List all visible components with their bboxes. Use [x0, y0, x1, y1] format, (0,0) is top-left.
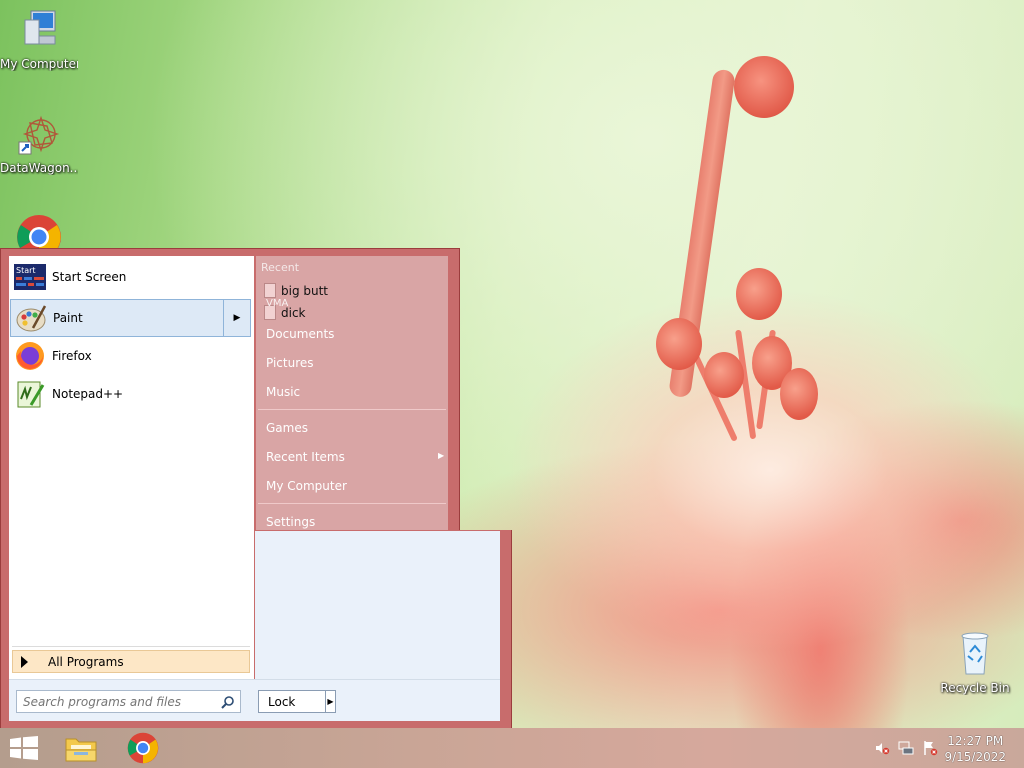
flower-stamen	[736, 268, 782, 320]
overlay-text: VMA	[266, 298, 289, 309]
place-music[interactable]: Music	[266, 385, 300, 399]
search-input[interactable]	[17, 693, 221, 710]
search-icon[interactable]	[221, 695, 235, 709]
chrome-icon	[17, 215, 61, 248]
program-start-screen[interactable]: Start Start Screen	[10, 259, 251, 295]
document-icon	[264, 283, 276, 298]
start-menu-empty-area	[255, 531, 500, 679]
flower-pistil	[734, 56, 794, 118]
file-explorer-icon[interactable]	[57, 728, 105, 768]
clock-date: 9/15/2022	[944, 750, 1006, 764]
firefox-icon	[14, 340, 46, 372]
program-label: Firefox	[52, 349, 92, 363]
clock-time: 12:27 PM	[947, 734, 1004, 748]
desktop-icon-chrome[interactable]	[0, 214, 78, 248]
recent-items-arrow-icon: ▶	[438, 451, 445, 460]
place-recent-items[interactable]: Recent Items	[266, 450, 345, 464]
all-programs-button[interactable]: All Programs	[12, 650, 250, 673]
computer-icon	[24, 10, 56, 45]
search-box[interactable]	[16, 690, 241, 713]
divider	[258, 503, 446, 504]
program-label: Start Screen	[52, 270, 127, 284]
place-documents[interactable]: Documents	[266, 327, 334, 341]
desktop-icon-recycle-bin[interactable]: Recycle Bin	[936, 630, 1014, 695]
lock-label: Lock	[268, 694, 296, 709]
datawagon-icon	[18, 115, 60, 155]
flower-stamen	[656, 318, 702, 370]
lock-button[interactable]: Lock ▶	[258, 690, 336, 713]
place-pictures[interactable]: Pictures	[266, 356, 314, 370]
lock-options-arrow-icon[interactable]: ▶	[325, 691, 335, 712]
volume-muted-icon[interactable]	[874, 740, 890, 756]
chrome-icon[interactable]	[119, 728, 167, 768]
recycle-bin-icon	[961, 632, 989, 675]
divider	[258, 409, 446, 410]
place-my-computer[interactable]: My Computer	[266, 479, 347, 493]
svg-text:Start: Start	[16, 266, 36, 275]
paint-submenu-arrow[interactable]: ▶	[223, 300, 250, 336]
taskbar-clock[interactable]: 12:27 PM 9/15/2022	[944, 733, 1006, 765]
program-label: Paint	[53, 311, 83, 325]
network-icon[interactable]	[898, 740, 914, 756]
paint-icon	[15, 302, 47, 334]
flower-stamen	[704, 352, 744, 398]
program-label: Notepad++	[52, 387, 124, 401]
desktop-icon-my-computer[interactable]: My Computer	[0, 8, 78, 71]
windows-logo-icon	[10, 736, 38, 760]
start-button[interactable]	[0, 728, 48, 768]
flower-stamen	[780, 368, 818, 420]
desktop-icon-datawagon[interactable]: DataWagon...	[0, 112, 78, 175]
program-firefox[interactable]: Firefox	[10, 338, 251, 374]
action-center-flag-icon[interactable]	[922, 740, 938, 756]
recent-header: Recent	[261, 261, 300, 274]
place-settings[interactable]: Settings	[266, 515, 315, 529]
recent-item[interactable]: big butt	[264, 283, 328, 298]
all-programs-label: All Programs	[48, 654, 124, 669]
start-screen-icon: Start	[14, 261, 46, 293]
notepadpp-icon	[14, 378, 46, 410]
triangle-right-icon	[21, 655, 28, 668]
program-notepadpp[interactable]: Notepad++	[10, 376, 251, 412]
place-games[interactable]: Games	[266, 421, 308, 435]
program-paint[interactable]: Paint ▶	[10, 299, 251, 337]
divider	[12, 646, 250, 647]
